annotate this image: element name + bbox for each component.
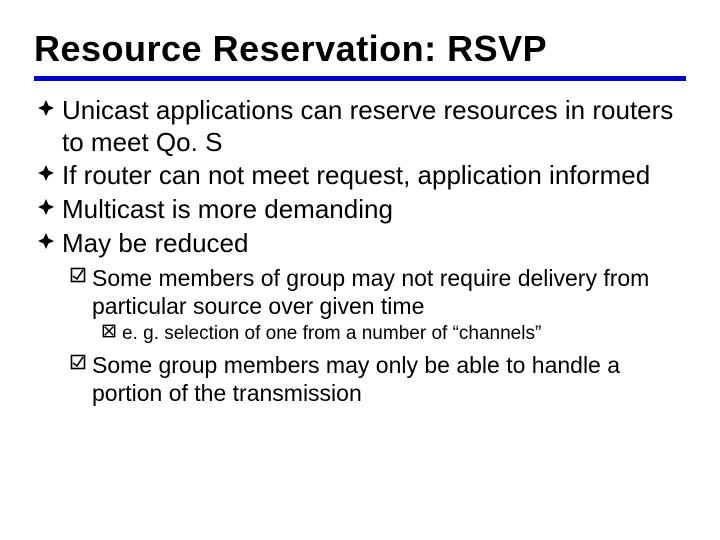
bullet-level3: e. g. selection of one from a number of … <box>34 322 686 346</box>
title-underline <box>34 76 686 81</box>
bullet-text: Unicast applications can reserve resourc… <box>62 95 686 158</box>
bullet-level1: If router can not meet request, applicat… <box>34 160 686 192</box>
bullet-text: If router can not meet request, applicat… <box>62 160 686 192</box>
bullet-level1: Multicast is more demanding <box>34 194 686 226</box>
zapf-bullet-icon <box>38 233 54 249</box>
zapf-bullet-icon <box>38 100 54 116</box>
slide: Resource Reservation: RSVP Unicast appli… <box>0 0 720 540</box>
bullet-text: e. g. selection of one from a number of … <box>122 322 686 346</box>
bullet-level2: Some members of group may not require de… <box>34 264 686 320</box>
box-check-icon <box>70 354 88 370</box>
bullet-text: Some members of group may not require de… <box>92 264 686 320</box>
zapf-bullet-icon <box>38 165 54 181</box>
box-x-icon <box>102 324 120 338</box>
bullet-text: May be reduced <box>62 228 686 260</box>
bullet-text: Multicast is more demanding <box>62 194 686 226</box>
bullet-level1: May be reduced <box>34 228 686 260</box>
slide-title: Resource Reservation: RSVP <box>34 28 686 70</box>
bullet-text: Some group members may only be able to h… <box>92 351 686 407</box>
box-check-icon <box>70 267 88 283</box>
bullet-level2: Some group members may only be able to h… <box>34 351 686 407</box>
bullet-level1: Unicast applications can reserve resourc… <box>34 95 686 158</box>
zapf-bullet-icon <box>38 199 54 215</box>
